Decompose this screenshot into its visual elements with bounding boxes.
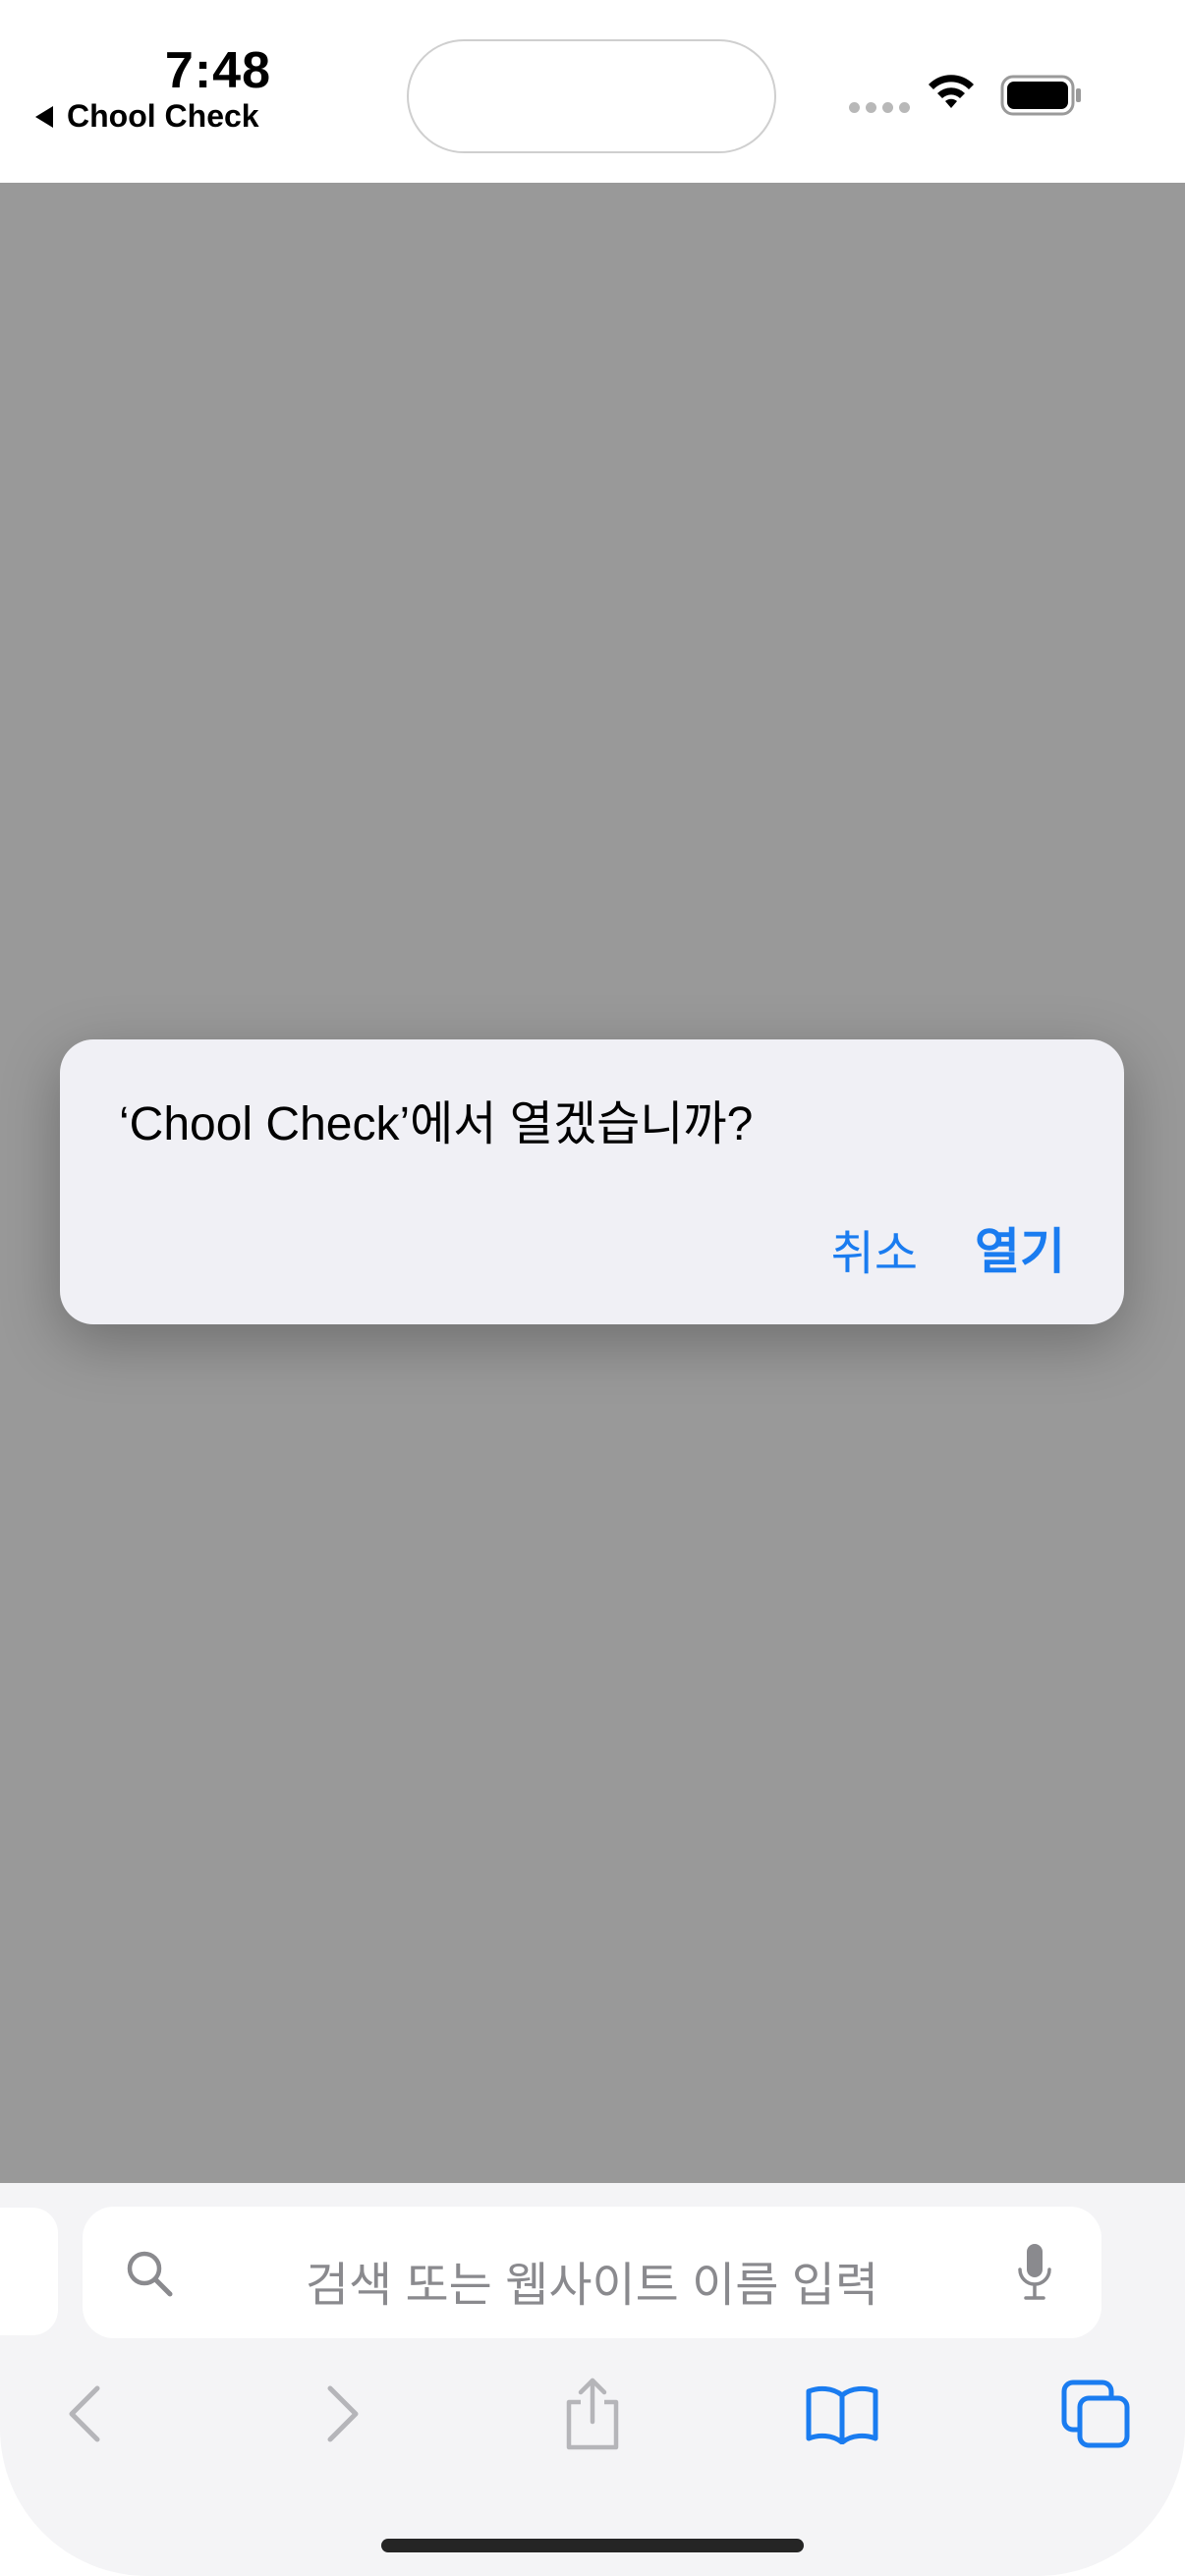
home-indicator[interactable] [381,2539,804,2552]
previous-tab-peek[interactable] [0,2208,58,2335]
open-in-app-alert: ‘Chool Check’에서 열겠습니까? 취소 열기 [60,1039,1124,1324]
battery-icon [1000,75,1081,116]
mic-icon[interactable] [1015,2242,1054,2303]
safari-screen: 7:48 Chool Check ‘Chool Check’에서 열겠습니까? … [0,0,1185,2576]
dynamic-island [407,39,776,153]
cancel-button[interactable]: 취소 [831,1214,918,1283]
bookmarks-button[interactable] [798,2370,886,2458]
tabs-icon [1061,2380,1130,2448]
bottom-toolbar: 검색 또는 웹사이트 이름 입력 [0,2183,1185,2576]
wifi-icon [929,75,974,108]
bookmarks-icon [806,2385,878,2444]
forward-icon [327,2385,359,2442]
back-to-app-link[interactable]: Chool Check [35,98,259,135]
cellular-signal-icon [849,102,910,113]
share-button[interactable] [548,2370,637,2458]
alert-message: ‘Chool Check’에서 열겠습니까? [119,1098,754,1150]
tabs-button[interactable] [1051,2370,1140,2458]
navigation-row [0,2370,1185,2458]
open-button[interactable]: 열기 [975,1212,1065,1283]
status-bar: 7:48 Chool Check [0,0,1185,183]
back-button[interactable] [41,2370,130,2458]
address-placeholder: 검색 또는 웹사이트 이름 입력 [305,2260,879,2312]
share-icon [566,2378,619,2450]
forward-button[interactable] [298,2370,386,2458]
address-bar[interactable]: 검색 또는 웹사이트 이름 입력 [83,2207,1101,2338]
back-app-label: Chool Check [67,98,259,134]
back-icon [69,2385,100,2442]
status-time: 7:48 [164,42,271,99]
back-triangle-icon [35,105,53,128]
